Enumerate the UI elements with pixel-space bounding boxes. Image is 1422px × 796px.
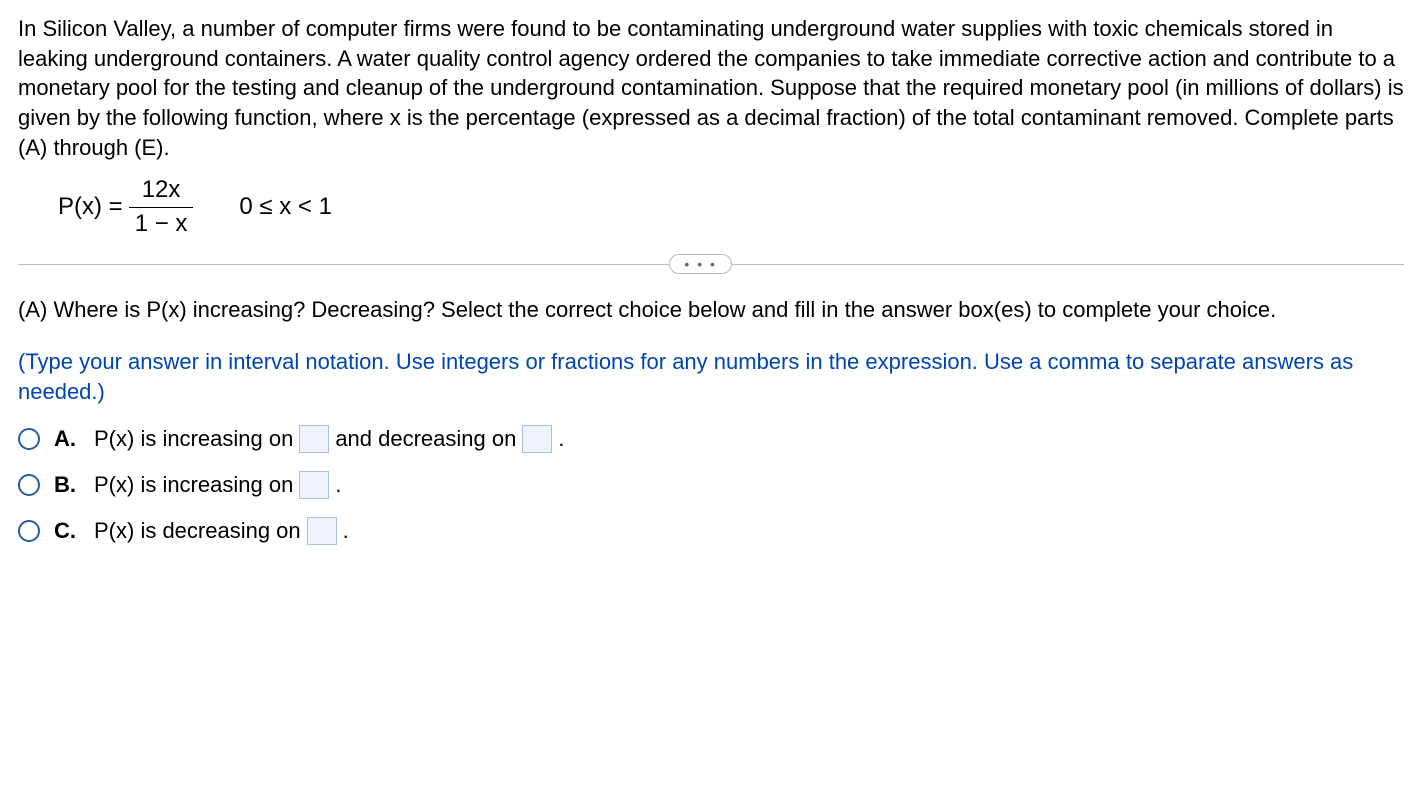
formula-fraction: 12x 1 − x — [129, 174, 194, 240]
choice-a-text: P(x) is increasing on and decreasing on … — [94, 424, 564, 454]
problem-statement: In Silicon Valley, a number of computer … — [18, 14, 1404, 162]
choice-c-text: P(x) is decreasing on . — [94, 516, 349, 546]
choice-b-input-1[interactable] — [299, 471, 329, 499]
choice-a-input-1[interactable] — [299, 425, 329, 453]
answer-hint: (Type your answer in interval notation. … — [18, 347, 1404, 406]
choice-a-letter: A. — [54, 424, 78, 454]
choices-group: A. P(x) is increasing on and decreasing … — [18, 424, 1404, 545]
choice-a-radio[interactable] — [18, 428, 40, 450]
formula-denominator: 1 − x — [129, 207, 194, 240]
choice-b-seg1: P(x) is increasing on — [94, 470, 293, 500]
choice-b-row: B. P(x) is increasing on . — [18, 470, 1404, 500]
formula-domain: 0 ≤ x < 1 — [239, 191, 332, 223]
choice-c-row: C. P(x) is decreasing on . — [18, 516, 1404, 546]
part-a-prompt: (A) Where is P(x) increasing? Decreasing… — [18, 295, 1404, 325]
formula-expression: P(x) = 12x 1 − x — [58, 174, 199, 240]
choice-a-input-2[interactable] — [522, 425, 552, 453]
choice-c-seg2: . — [343, 516, 349, 546]
choice-b-text: P(x) is increasing on . — [94, 470, 341, 500]
choice-b-radio[interactable] — [18, 474, 40, 496]
choice-b-seg2: . — [335, 470, 341, 500]
choice-c-input-1[interactable] — [307, 517, 337, 545]
choice-a-seg2: and decreasing on — [335, 424, 516, 454]
choice-c-letter: C. — [54, 516, 78, 546]
choice-c-radio[interactable] — [18, 520, 40, 542]
choice-a-seg3: . — [558, 424, 564, 454]
choice-b-letter: B. — [54, 470, 78, 500]
section-divider: • • • — [18, 264, 1404, 265]
choice-c-seg1: P(x) is decreasing on — [94, 516, 301, 546]
choice-a-seg1: P(x) is increasing on — [94, 424, 293, 454]
choice-a-row: A. P(x) is increasing on and decreasing … — [18, 424, 1404, 454]
formula-lhs: P(x) = — [58, 191, 123, 223]
formula-row: P(x) = 12x 1 − x 0 ≤ x < 1 — [58, 174, 1404, 240]
expand-dots-button[interactable]: • • • — [669, 254, 731, 274]
formula-numerator: 12x — [136, 174, 187, 206]
